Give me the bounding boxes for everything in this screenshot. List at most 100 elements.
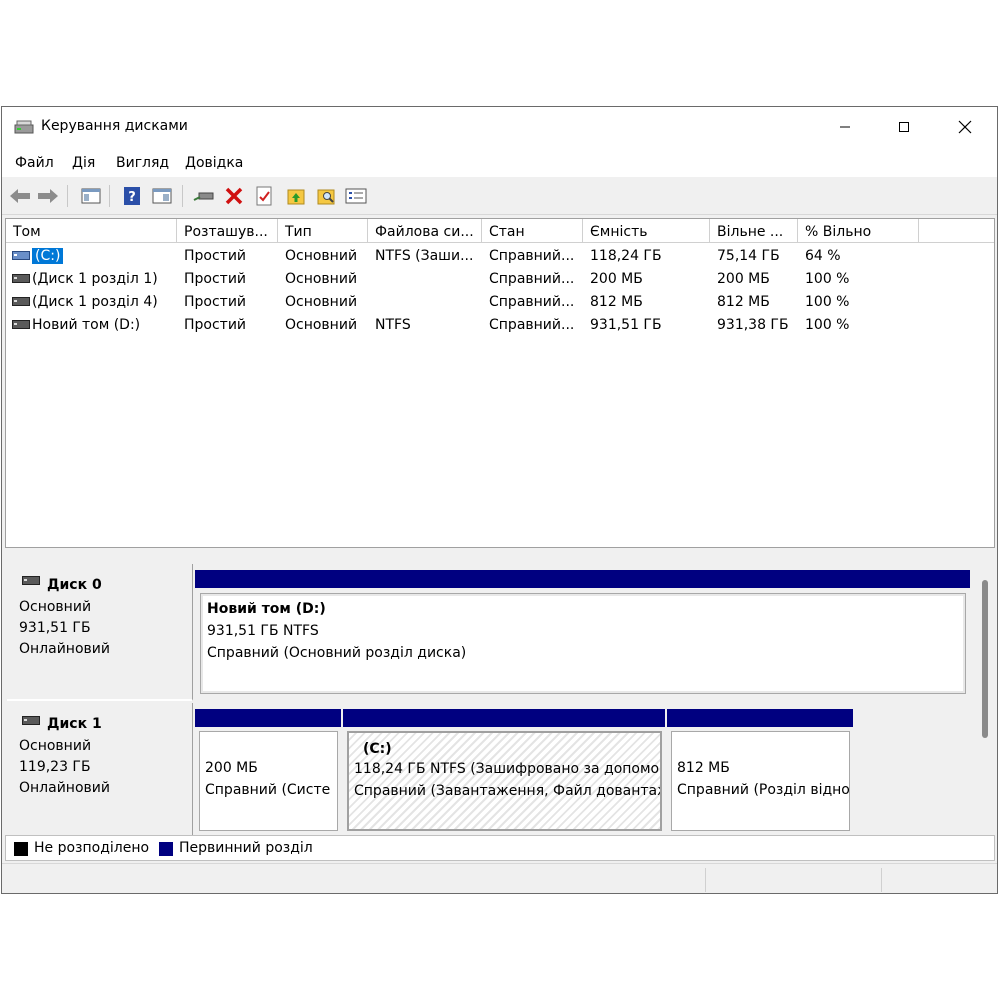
help-icon: ? bbox=[124, 187, 140, 205]
column-header-percent-free[interactable]: % Вільно bbox=[798, 219, 919, 243]
folder-search-button[interactable] bbox=[314, 185, 338, 207]
partition-title: Новий том (D:) bbox=[207, 601, 326, 617]
show-hide-action-pane-button[interactable] bbox=[150, 185, 174, 207]
table-row[interactable]: (Диск 1 розділ 1) Простий Основний Справ… bbox=[6, 268, 994, 291]
layout-cell: Простий bbox=[184, 317, 247, 333]
show-hide-console-tree-button[interactable] bbox=[79, 185, 103, 207]
folder-up-icon bbox=[287, 189, 305, 205]
volume-name-cell: (Диск 1 розділ 4) bbox=[32, 294, 158, 310]
status-cell: Справний... bbox=[489, 317, 575, 333]
status-cell: Справний... bbox=[489, 294, 575, 310]
menu-action[interactable]: Дія bbox=[72, 155, 95, 171]
layout-cell: Простий bbox=[184, 248, 247, 264]
forward-button[interactable] bbox=[36, 185, 60, 207]
title-bar[interactable]: Керування дисками bbox=[2, 107, 997, 147]
console-tree-icon bbox=[81, 188, 101, 204]
legend-swatch-primary bbox=[159, 842, 173, 856]
column-header-free-space[interactable]: Вільне ... bbox=[710, 219, 798, 243]
close-button[interactable] bbox=[942, 107, 988, 147]
primary-partition-bar bbox=[195, 570, 970, 588]
menu-file[interactable]: Файл bbox=[15, 155, 54, 171]
delete-button[interactable] bbox=[222, 185, 246, 207]
column-header-volume[interactable]: Том bbox=[6, 219, 177, 243]
window-title: Керування дисками bbox=[41, 118, 188, 134]
filesystem-cell: NTFS (Заши... bbox=[375, 248, 474, 264]
legend-label-unallocated: Не розподілено bbox=[34, 840, 150, 856]
percent-free-cell: 100 % bbox=[805, 317, 850, 333]
toolbar-separator bbox=[109, 185, 110, 207]
disk-title: Диск 1 bbox=[47, 716, 102, 732]
delete-icon bbox=[225, 187, 243, 205]
partition-size-fs: 812 МБ bbox=[677, 760, 730, 776]
free-space-cell: 200 МБ bbox=[717, 271, 770, 287]
column-header-type[interactable]: Тип bbox=[278, 219, 368, 243]
partition-disk1-part1[interactable]: 200 МБ Справний (Систе bbox=[195, 709, 341, 834]
maximize-button[interactable] bbox=[881, 107, 927, 147]
disk-size: 931,51 ГБ bbox=[19, 620, 91, 636]
disk-kind: Основний bbox=[19, 738, 92, 754]
partition-size-fs: 200 МБ bbox=[205, 760, 258, 776]
capacity-cell: 931,51 ГБ bbox=[590, 317, 662, 333]
legend-swatch-unallocated bbox=[14, 842, 28, 856]
status-cell: Справний... bbox=[489, 271, 575, 287]
partition-status: Справний (Завантаження, Файл довантаж bbox=[354, 783, 662, 799]
percent-free-cell: 64 % bbox=[805, 248, 841, 264]
scrollbar-thumb[interactable] bbox=[982, 580, 988, 738]
type-cell: Основний bbox=[285, 248, 358, 264]
type-cell: Основний bbox=[285, 294, 358, 310]
connect-disk-button[interactable] bbox=[192, 185, 216, 207]
menu-bar: Файл Дія Вигляд Довідка bbox=[2, 147, 997, 177]
disk-icon bbox=[22, 716, 40, 725]
minimize-icon bbox=[840, 126, 850, 128]
volume-name-cell: Новий том (D:) bbox=[32, 317, 141, 333]
capacity-cell: 812 МБ bbox=[590, 294, 643, 310]
column-header-status[interactable]: Стан bbox=[482, 219, 583, 243]
disk-0-label[interactable]: Диск 0 Основний 931,51 ГБ Онлайновий bbox=[7, 564, 193, 701]
column-header-capacity[interactable]: Ємність bbox=[583, 219, 710, 243]
properties-button[interactable] bbox=[344, 185, 368, 207]
properties-panel-icon bbox=[152, 188, 172, 204]
minimize-button[interactable] bbox=[822, 107, 868, 147]
volume-icon bbox=[12, 297, 30, 306]
pane-splitter[interactable] bbox=[2, 548, 997, 556]
disk-state: Онлайновий bbox=[19, 641, 110, 657]
graphical-view-scrollbar[interactable] bbox=[977, 566, 993, 831]
layout-cell: Простий bbox=[184, 271, 247, 287]
back-arrow-icon bbox=[10, 189, 30, 203]
back-button[interactable] bbox=[8, 185, 32, 207]
disk-icon bbox=[22, 576, 40, 585]
partition-status: Справний (Розділ відно bbox=[677, 782, 850, 798]
properties-icon bbox=[345, 188, 367, 204]
disk-1-label[interactable]: Диск 1 Основний 119,23 ГБ Онлайновий bbox=[7, 703, 193, 835]
table-row[interactable]: (C:) Простий Основний NTFS (Заши... Спра… bbox=[6, 245, 994, 268]
partition-body-selected: (C:) 118,24 ГБ NTFS (Зашифровано за допо… bbox=[347, 731, 662, 831]
partition-disk1-part4[interactable]: 812 МБ Справний (Розділ відно bbox=[667, 709, 853, 834]
partition-new-volume-d[interactable]: Новий том (D:) 931,51 ГБ NTFS Справний (… bbox=[195, 570, 970, 697]
partition-status: Справний (Основний розділ диска) bbox=[207, 645, 467, 661]
status-cell: Справний... bbox=[489, 248, 575, 264]
volume-name-cell: (Диск 1 розділ 1) bbox=[32, 271, 158, 287]
menu-help[interactable]: Довідка bbox=[185, 155, 243, 171]
partition-body: 200 МБ Справний (Систе bbox=[199, 731, 338, 831]
disk-title: Диск 0 bbox=[47, 577, 102, 593]
primary-partition-bar bbox=[195, 709, 341, 727]
status-divider bbox=[881, 868, 882, 892]
table-row[interactable]: Новий том (D:) Простий Основний NTFS Спр… bbox=[6, 314, 994, 337]
folder-search-icon bbox=[317, 189, 335, 205]
help-button[interactable]: ? bbox=[120, 185, 144, 207]
free-space-cell: 931,38 ГБ bbox=[717, 317, 789, 333]
type-cell: Основний bbox=[285, 271, 358, 287]
capacity-cell: 118,24 ГБ bbox=[590, 248, 662, 264]
table-row[interactable]: (Диск 1 розділ 4) Простий Основний Справ… bbox=[6, 291, 994, 314]
partition-c[interactable]: (C:) 118,24 ГБ NTFS (Зашифровано за допо… bbox=[343, 709, 665, 834]
type-cell: Основний bbox=[285, 317, 358, 333]
primary-partition-bar bbox=[667, 709, 853, 727]
menu-view[interactable]: Вигляд bbox=[116, 155, 169, 171]
checklist-button[interactable] bbox=[252, 185, 276, 207]
column-header-layout[interactable]: Розташув... bbox=[177, 219, 278, 243]
column-header-filesystem[interactable]: Файлова си... bbox=[368, 219, 482, 243]
column-header-empty bbox=[919, 219, 994, 243]
maximize-icon bbox=[899, 122, 909, 132]
folder-up-button[interactable] bbox=[284, 185, 308, 207]
partition-body: 812 МБ Справний (Розділ відно bbox=[671, 731, 850, 831]
